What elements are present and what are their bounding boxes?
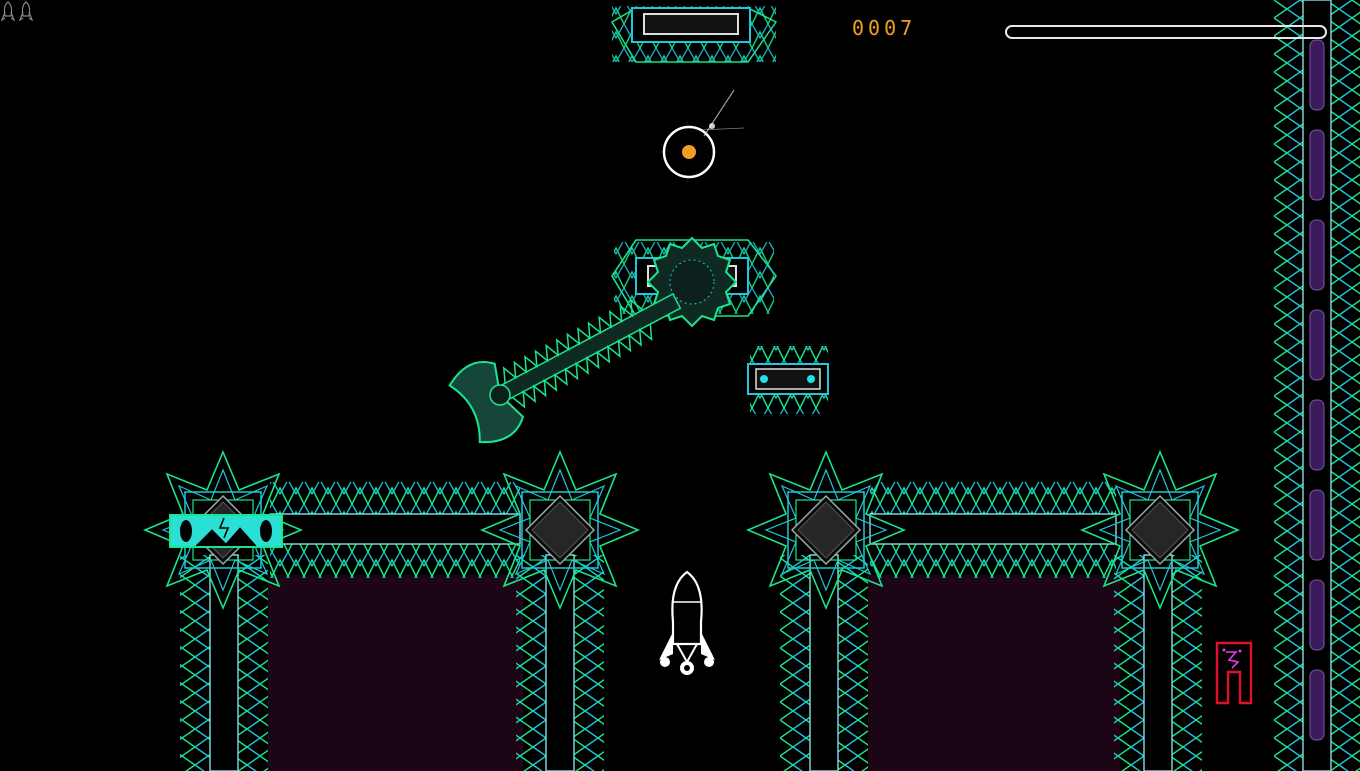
life-rocket-icon: [0, 1, 16, 22]
lives-indicator: [0, 1, 34, 22]
level-progress-bar: [1005, 25, 1327, 39]
spinning-saw-axe: [448, 236, 738, 444]
right-wall-rail: [1274, 0, 1360, 771]
top-gate-block: [610, 6, 778, 63]
red-exit-portal[interactable]: [1215, 641, 1253, 705]
right-structure: [747, 451, 1239, 771]
left-structure: [144, 451, 639, 771]
cyan-power-switch[interactable]: [169, 514, 283, 548]
score-counter: 0007: [852, 16, 917, 40]
orange-orb-with-ring: [662, 89, 745, 179]
spiked-block: [747, 346, 829, 414]
game-scene: [144, 0, 1360, 771]
life-rocket-icon: [18, 1, 34, 22]
game-stage: 0007: [0, 0, 1360, 771]
rocket-ship-player[interactable]: [659, 570, 715, 675]
